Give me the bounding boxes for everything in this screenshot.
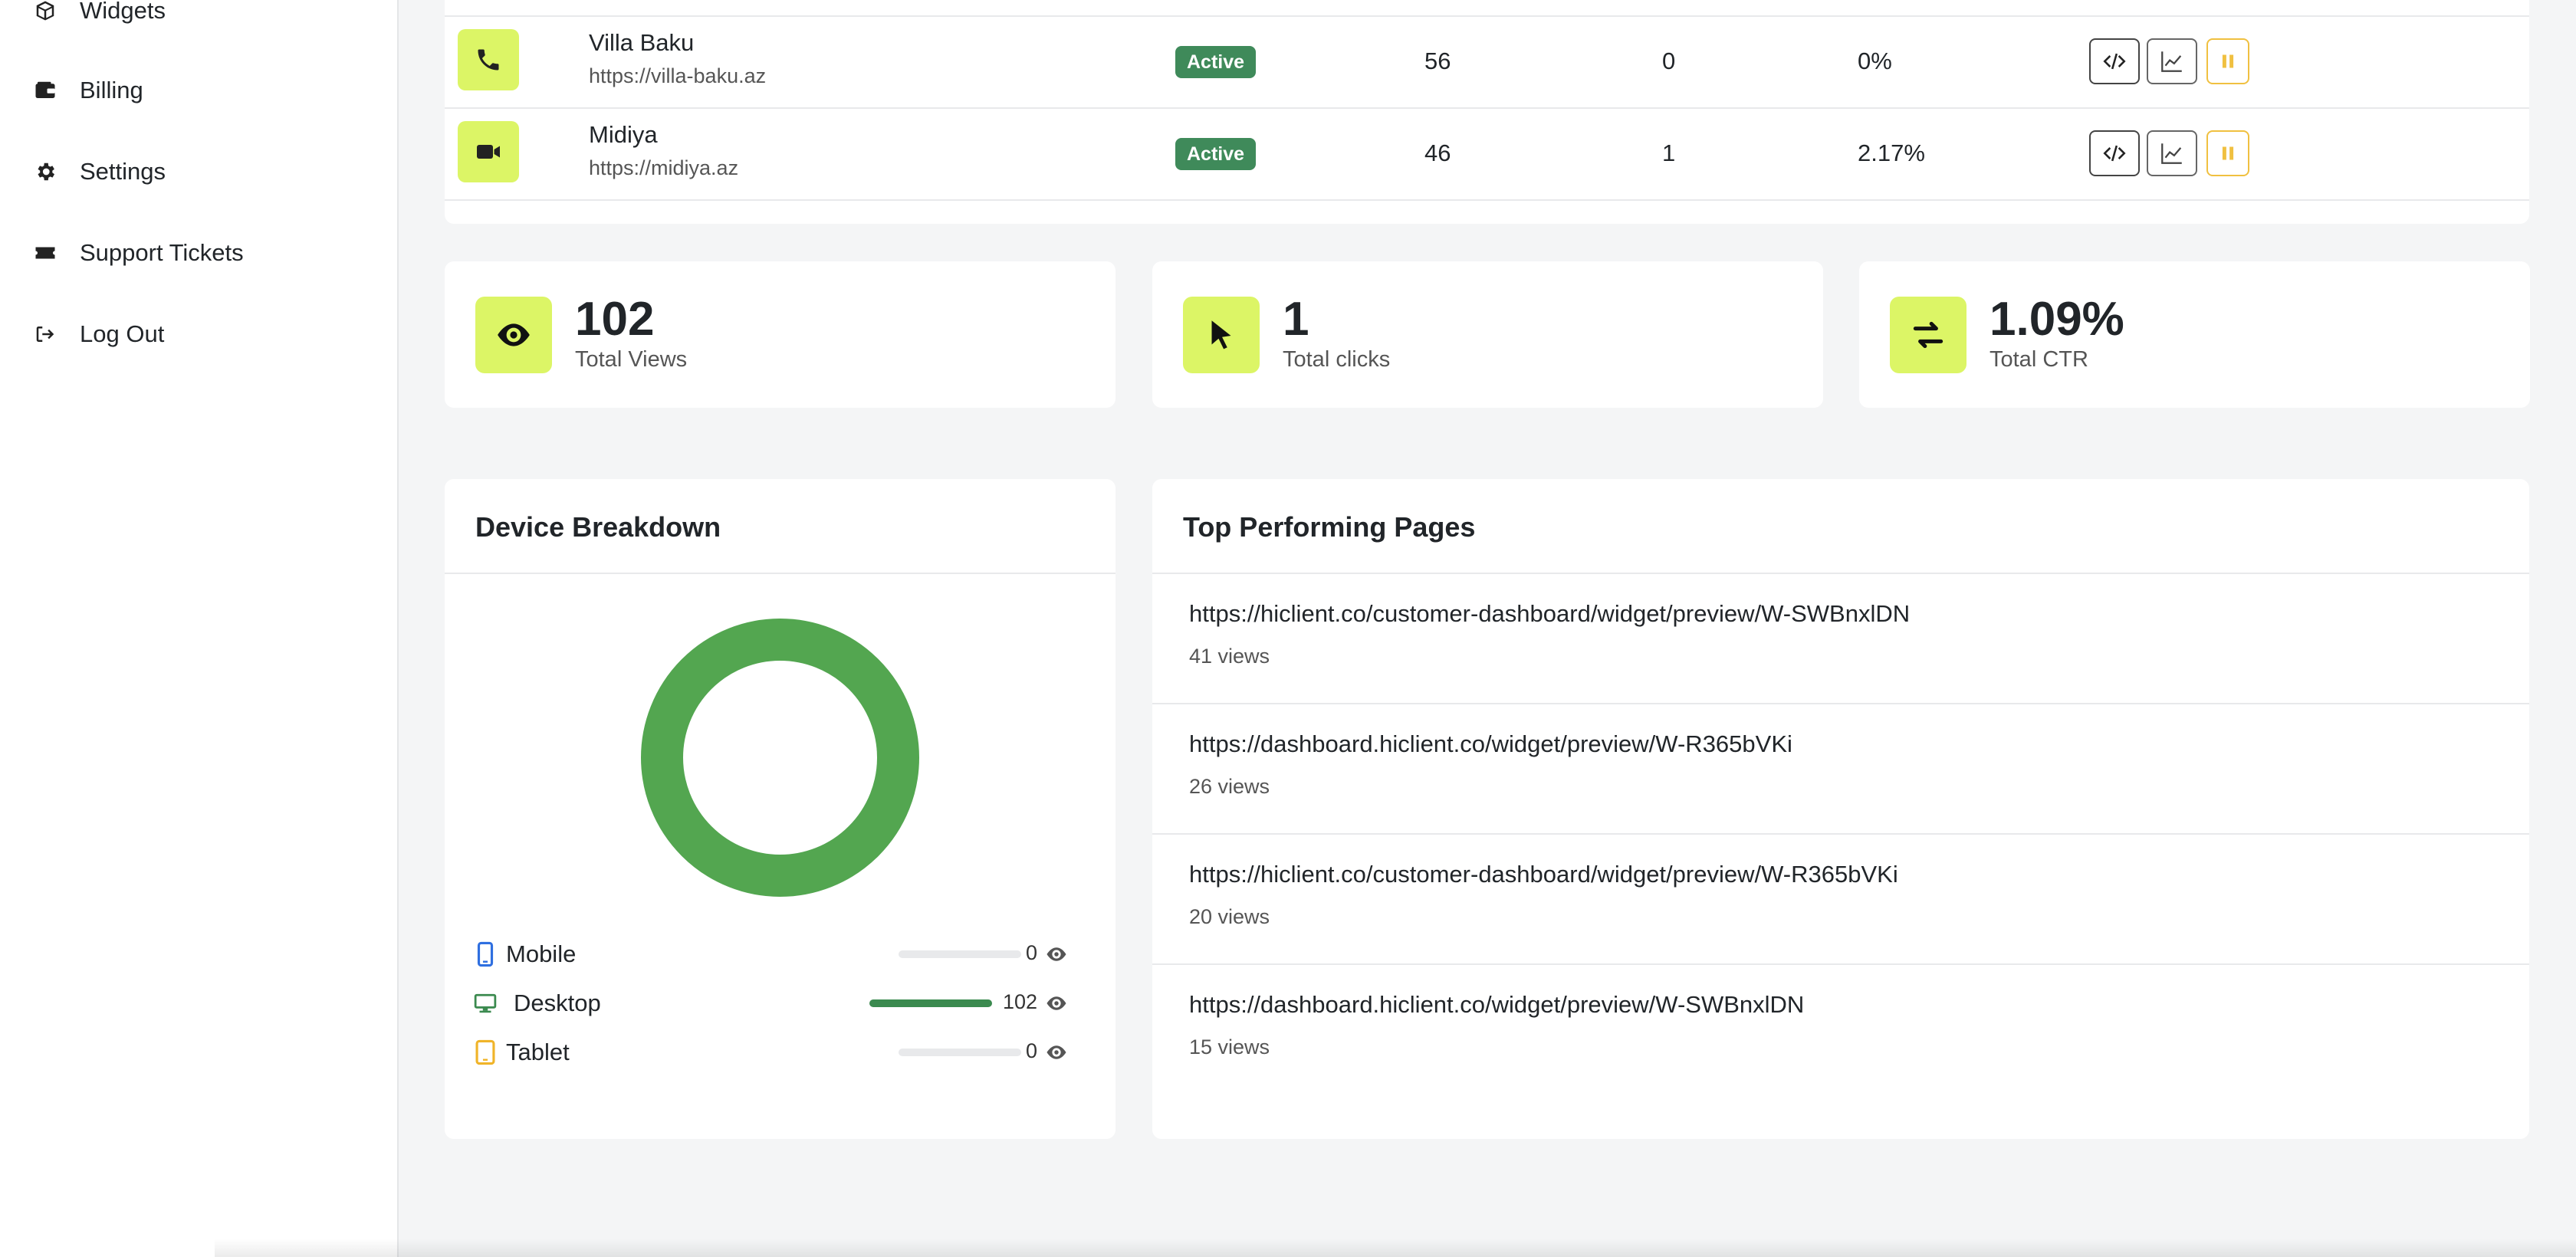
top-pages-card: Top Performing Pages https://hiclient.co… xyxy=(1152,479,2529,1139)
stat-label: Total clicks xyxy=(1283,347,1391,372)
device-count: 102 xyxy=(1003,990,1038,1013)
sidebar-item-label: Settings xyxy=(80,158,166,185)
list-item[interactable]: https://dashboard.hiclient.co/widget/pre… xyxy=(1152,965,2529,1095)
clicks-cell: 0 xyxy=(1662,48,1676,74)
logout-icon xyxy=(34,323,57,346)
eye-icon xyxy=(1046,947,1066,961)
phone-icon xyxy=(458,29,519,90)
wallet-icon xyxy=(34,79,57,102)
sidebar-item-settings[interactable]: Settings xyxy=(34,149,166,195)
pause-icon xyxy=(2222,146,2234,160)
stat-value: 1.09% xyxy=(1990,293,2124,346)
page-views: 26 views xyxy=(1189,775,1270,798)
device-count: 0 xyxy=(1026,1039,1038,1062)
device-progress-bar xyxy=(899,1049,1021,1056)
ctr-cell: 0% xyxy=(1858,48,1892,74)
device-label: Mobile xyxy=(506,940,577,967)
table-row: Midiya https://midiya.az Active 46 1 2.1… xyxy=(445,109,2529,201)
card-title: Top Performing Pages xyxy=(1183,511,1476,543)
widget-url: https://villa-baku.az xyxy=(589,64,767,87)
eye-icon xyxy=(1046,1045,1066,1059)
ticket-icon xyxy=(34,241,57,264)
analytics-button[interactable] xyxy=(2147,38,2197,84)
device-donut-chart xyxy=(641,619,919,897)
stat-card-total-views: 102 Total Views xyxy=(445,261,1116,408)
widget-url: https://midiya.az xyxy=(589,156,739,179)
page-url: https://hiclient.co/customer-dashboard/w… xyxy=(1189,600,1911,627)
cursor-icon xyxy=(1183,297,1260,373)
stat-value: 102 xyxy=(575,293,655,346)
list-item[interactable]: https://hiclient.co/customer-dashboard/w… xyxy=(1152,574,2529,704)
tablet-icon xyxy=(474,1039,497,1065)
mobile-icon xyxy=(474,941,497,967)
code-icon xyxy=(2103,145,2126,162)
sidebar: Widgets Billing Settings Support Tickets… xyxy=(0,0,399,1257)
page-views: 15 views xyxy=(1189,1035,1270,1058)
pause-button[interactable] xyxy=(2206,130,2249,176)
device-label: Tablet xyxy=(506,1039,570,1065)
exchange-icon xyxy=(1890,297,1967,373)
sidebar-item-widgets[interactable]: Widgets xyxy=(34,0,166,34)
device-progress-bar xyxy=(899,950,1021,958)
device-breakdown-card: Device Breakdown Mobile 0 Desktop 102 Tablet… xyxy=(445,479,1116,1139)
video-icon xyxy=(458,121,519,182)
clicks-cell: 1 xyxy=(1662,139,1676,166)
device-row-desktop: Desktop 102 xyxy=(474,984,1087,1022)
stat-card-total-clicks: 1 Total clicks xyxy=(1152,261,1823,408)
device-row-mobile: Mobile 0 xyxy=(474,935,1087,973)
sidebar-item-label: Billing xyxy=(80,77,143,103)
desktop-icon xyxy=(474,990,497,1016)
device-count: 0 xyxy=(1026,941,1038,964)
ctr-cell: 2.17% xyxy=(1858,139,1925,166)
views-cell: 56 xyxy=(1424,48,1451,74)
device-row-tablet: Tablet 0 xyxy=(474,1033,1087,1072)
eye-icon xyxy=(1046,996,1066,1010)
page-url: https://dashboard.hiclient.co/widget/pre… xyxy=(1189,991,1805,1018)
sidebar-item-label: Log Out xyxy=(80,320,165,347)
embed-code-button[interactable] xyxy=(2089,38,2140,84)
main-content: Villa Baku https://villa-baku.az Active … xyxy=(399,0,2576,1257)
sidebar-item-label: Support Tickets xyxy=(80,239,244,266)
stat-label: Total Views xyxy=(575,347,688,372)
device-progress-fill xyxy=(869,999,992,1007)
widgets-table: Villa Baku https://villa-baku.az Active … xyxy=(445,0,2529,224)
sidebar-item-label: Widgets xyxy=(80,0,166,24)
box-icon xyxy=(34,0,57,22)
pause-icon xyxy=(2222,54,2234,68)
bottom-shadow xyxy=(215,1239,2576,1257)
stat-value: 1 xyxy=(1283,293,1309,346)
sidebar-item-support-tickets[interactable]: Support Tickets xyxy=(34,230,244,276)
card-title: Device Breakdown xyxy=(475,511,721,543)
donut-segment-desktop xyxy=(641,619,919,897)
code-icon xyxy=(2103,53,2126,70)
pause-button[interactable] xyxy=(2206,38,2249,84)
page-url: https://hiclient.co/customer-dashboard/w… xyxy=(1189,861,1898,888)
list-item[interactable]: https://dashboard.hiclient.co/widget/pre… xyxy=(1152,704,2529,835)
chart-line-icon xyxy=(2161,143,2182,164)
device-progress-bar xyxy=(869,999,992,1007)
widget-name: Midiya xyxy=(589,121,658,148)
table-row: Villa Baku https://villa-baku.az Active … xyxy=(445,17,2529,109)
chart-line-icon xyxy=(2161,51,2182,72)
card-divider xyxy=(445,573,1116,574)
page-url: https://dashboard.hiclient.co/widget/pre… xyxy=(1189,730,1792,757)
page-views: 41 views xyxy=(1189,645,1270,668)
device-label: Desktop xyxy=(514,990,601,1016)
sidebar-item-billing[interactable]: Billing xyxy=(34,67,143,113)
stat-card-total-ctr: 1.09% Total CTR xyxy=(1859,261,2530,408)
list-item[interactable]: https://hiclient.co/customer-dashboard/w… xyxy=(1152,835,2529,965)
page-views: 20 views xyxy=(1189,905,1270,928)
widget-name: Villa Baku xyxy=(589,29,695,56)
gear-icon xyxy=(34,160,57,183)
stat-label: Total CTR xyxy=(1990,347,2088,372)
status-badge: Active xyxy=(1175,46,1257,78)
sidebar-item-log-out[interactable]: Log Out xyxy=(34,311,164,357)
analytics-button[interactable] xyxy=(2147,130,2197,176)
eye-icon xyxy=(475,297,552,373)
embed-code-button[interactable] xyxy=(2089,130,2140,176)
views-cell: 46 xyxy=(1424,139,1451,166)
status-badge: Active xyxy=(1175,138,1257,170)
